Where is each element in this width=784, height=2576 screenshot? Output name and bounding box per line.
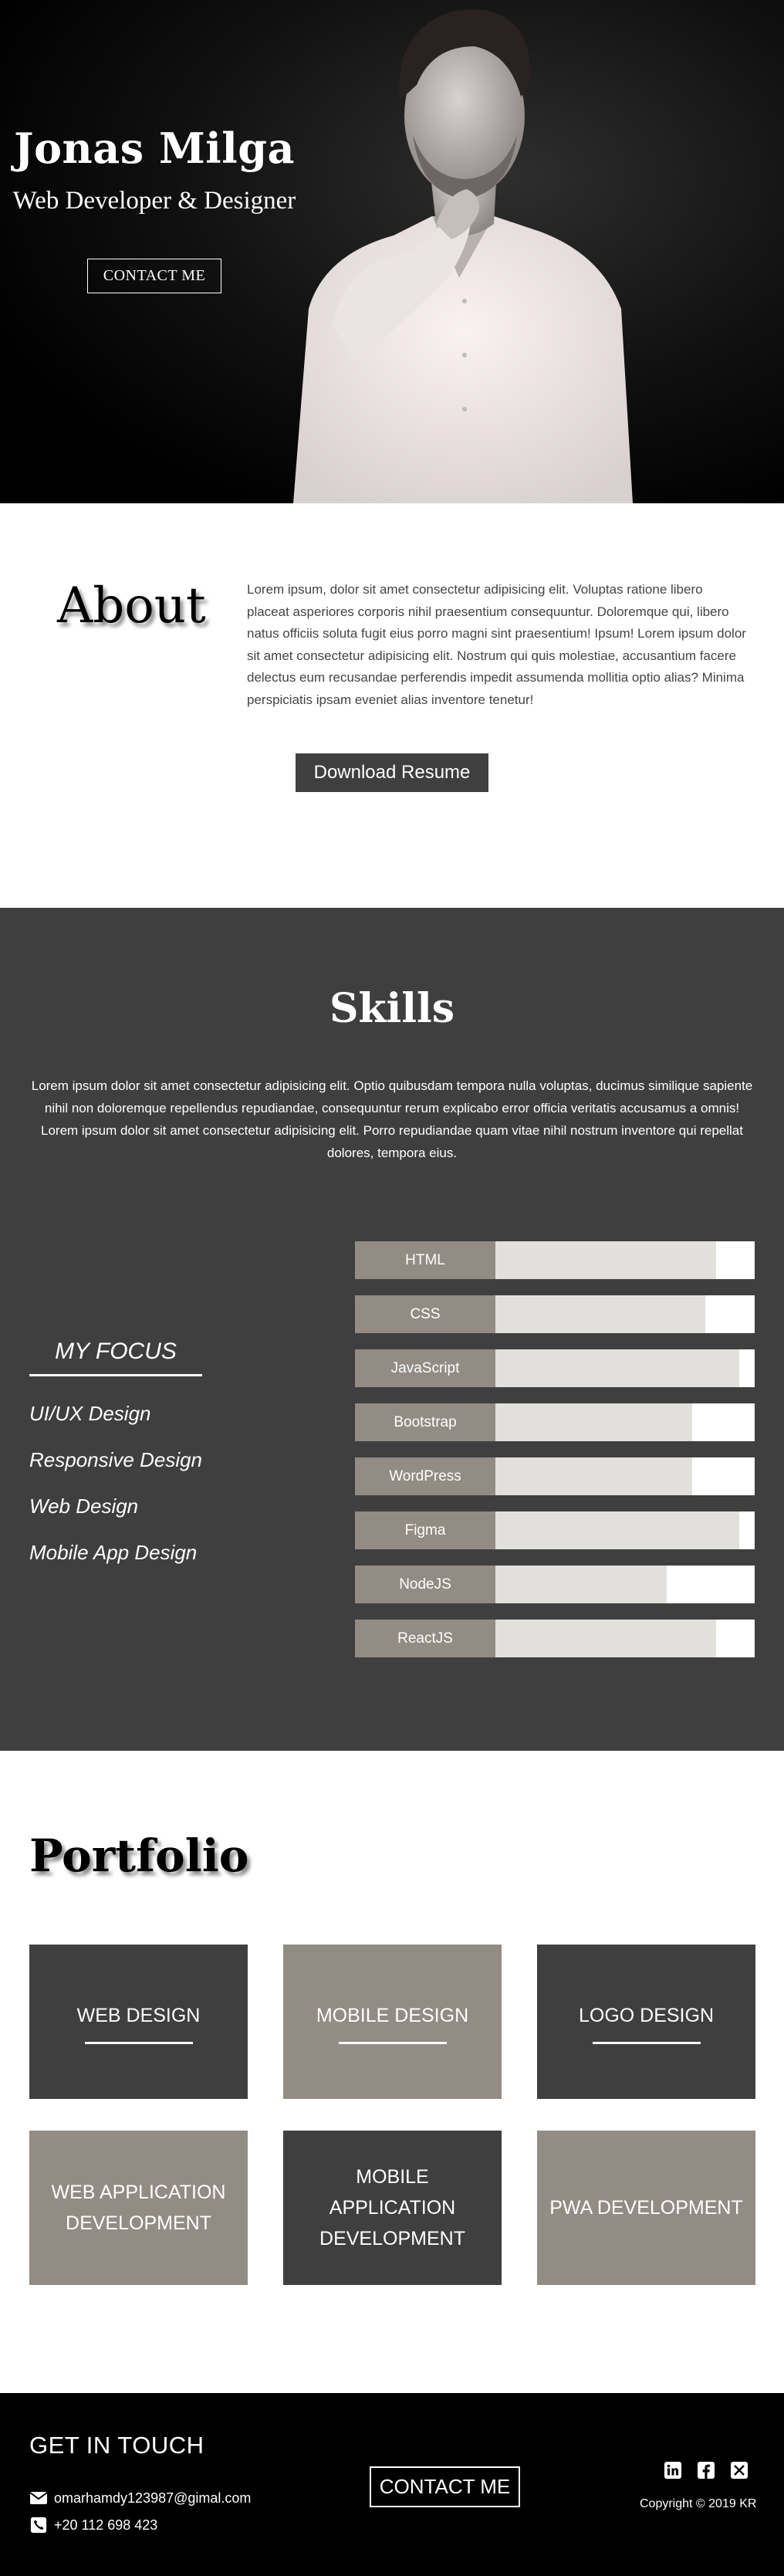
card-underline [84,2041,193,2044]
portfolio-card-web-design[interactable]: WEB DESIGN [29,1945,248,2099]
copyright: Copyright © 2019 KR [640,2497,757,2510]
skill-bars: HTML CSS JavaScript Bootstrap WordPress … [355,1241,755,1674]
skill-bar-label: Figma [355,1511,495,1549]
hero-section: Jonas Milga Web Developer & Designer CON… [0,0,784,503]
skill-bar-track [495,1457,755,1495]
portfolio-card-logo-design[interactable]: LOGO DESIGN [537,1945,755,2099]
skill-bar-fill [495,1566,667,1603]
skill-bar-fill [495,1511,739,1549]
skill-bar: NodeJS [355,1566,755,1603]
portfolio-card-mobile-app[interactable]: MOBILE APPLICATION DEVELOPMENT [283,2131,502,2285]
focus-list: UI/UX Design Responsive Design Web Desig… [29,1390,207,1576]
envelope-icon [29,2492,48,2504]
footer-email[interactable]: omarhamdy123987@gimal.com [29,2490,251,2507]
portfolio-card-web-app[interactable]: WEB APPLICATION DEVELOPMENT [29,2131,248,2285]
portfolio-card-label: LOGO DESIGN [578,2004,715,2026]
skill-bar-fill [495,1349,739,1387]
skills-text: Lorem ipsum dolor sit amet consectetur a… [31,1078,753,1160]
focus-title: MY FOCUS [29,1339,202,1376]
skill-bar-track [495,1511,755,1549]
skill-bar-track [495,1403,755,1441]
portfolio-grid: WEB DESIGN MOBILE DESIGN LOGO DESIGN WEB… [29,1945,755,2285]
skill-bar: Figma [355,1511,755,1549]
skill-bar: HTML [355,1241,755,1279]
footer-phone-text: +20 112 698 423 [54,2517,158,2533]
skill-bar-label: ReactJS [355,1620,495,1657]
focus-item: Responsive Design [29,1448,203,1471]
skill-bar: JavaScript [355,1349,755,1387]
portfolio-card-label: MOBILE APPLICATION DEVELOPMENT [319,2166,465,2249]
skill-bar-fill [495,1457,693,1495]
portfolio-title: Portfolio [29,1830,249,1882]
skills-section: Skills Lorem ipsum dolor sit amet consec… [0,908,784,1751]
footer-title: GET IN TOUCH [29,2432,204,2459]
portfolio-card-mobile-design[interactable]: MOBILE DESIGN [283,1945,502,2099]
focus-item: Web Design [29,1494,139,1518]
x-icon[interactable] [730,2461,749,2480]
about-title: About [57,577,206,635]
focus-panel: MY FOCUS UI/UX Design Responsive Design … [29,1339,207,1576]
download-resume-button[interactable]: Download Resume [296,753,488,792]
hero-contact-button[interactable]: CONTACT ME [86,259,222,293]
skill-bar-track [495,1241,755,1279]
footer-contact-button[interactable]: CONTACT ME [370,2466,520,2507]
portrait-image [293,9,633,503]
portfolio-card-label: WEB DESIGN [76,2004,201,2026]
focus-item: Mobile App Design [29,1541,198,1564]
skill-bar-fill [495,1241,716,1279]
skill-bar-label: HTML [355,1241,495,1279]
skill-bar: CSS [355,1295,755,1333]
skill-bar: ReactJS [355,1620,755,1657]
skill-bar-track [495,1295,755,1333]
social-links [664,2461,749,2480]
skills-title: Skills [329,985,455,1032]
phone-icon [30,2517,47,2534]
skill-bar-label: CSS [355,1295,495,1333]
about-text: Lorem ipsum, dolor sit amet consectetur … [247,582,746,707]
skill-bar-track [495,1566,755,1603]
skill-bar-fill [495,1620,716,1657]
skill-bar-fill [495,1295,706,1333]
skill-bar-label: Bootstrap [355,1403,495,1441]
portfolio-card-label: PWA DEVELOPMENT [549,2197,743,2219]
skill-bar-track [495,1349,755,1387]
portfolio-card-label: WEB APPLICATION DEVELOPMENT [51,2182,226,2234]
portfolio-card-pwa[interactable]: PWA DEVELOPMENT [537,2131,755,2285]
portfolio-card-label: MOBILE DESIGN [316,2004,469,2026]
facebook-icon[interactable] [697,2461,715,2480]
skill-bar-label: NodeJS [355,1566,495,1603]
skill-bar-fill [495,1403,693,1441]
skill-bar-track [495,1620,755,1657]
footer-phone[interactable]: +20 112 698 423 [29,2517,157,2534]
card-underline [592,2041,701,2044]
footer-email-text: omarhamdy123987@gimal.com [54,2490,252,2506]
card-underline [338,2041,447,2044]
skill-bar-label: JavaScript [355,1349,495,1387]
skill-bar-label: WordPress [355,1457,495,1495]
focus-item: UI/UX Design [29,1402,151,1425]
linkedin-icon[interactable] [664,2461,682,2480]
footer: GET IN TOUCH omarhamdy123987@gimal.com +… [0,2393,784,2576]
skill-bar: Bootstrap [355,1403,755,1441]
skill-bar: WordPress [355,1457,755,1495]
